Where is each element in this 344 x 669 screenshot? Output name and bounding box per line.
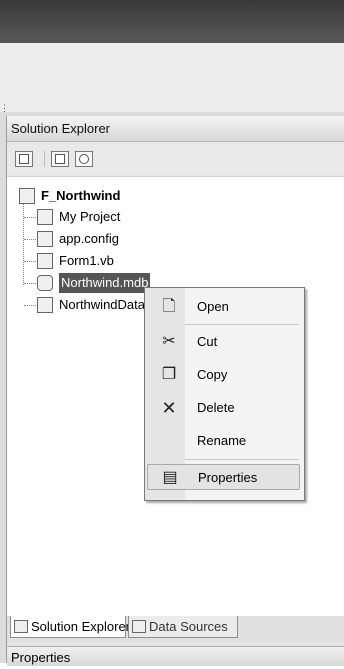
menu-item-label: Open <box>197 299 229 314</box>
my-project-icon <box>37 209 53 225</box>
menu-item-label: Delete <box>197 400 235 415</box>
menu-separator <box>185 324 299 325</box>
menu-item-label: Cut <box>197 334 218 349</box>
tree-branch <box>24 261 36 262</box>
tab-label: Solution Explorer <box>31 619 130 634</box>
tab-solution-explorer[interactable]: Solution Explorer <box>10 616 130 638</box>
data-sources-icon <box>132 620 146 633</box>
toolbar-separator <box>44 151 45 167</box>
tab-data-sources[interactable]: Data Sources <box>128 616 238 638</box>
menu-item-label: Rename <box>197 433 247 448</box>
show-all-files-icon[interactable] <box>51 151 69 167</box>
vb-project-icon <box>19 188 35 204</box>
tree-branch <box>24 305 36 306</box>
tree-guide-line <box>23 199 24 285</box>
copy-icon: ❐ <box>161 366 177 383</box>
database-icon <box>37 275 53 291</box>
menu-item-copy[interactable]: ❐ Copy <box>147 362 300 388</box>
splitter-grip[interactable]: ⋮ <box>0 104 9 113</box>
config-file-icon <box>37 231 53 247</box>
menu-item-delete[interactable]: ✕ Delete <box>147 395 300 421</box>
context-menu: 🗋 Open ✂ Cut ❐ Copy ✕ Delete Rename ▤ Pr… <box>144 287 305 501</box>
scissors-icon: ✂ <box>162 333 176 350</box>
panel-tabs: Solution Explorer Data Sources <box>7 616 344 642</box>
properties-icon[interactable] <box>15 151 33 167</box>
dataset-icon <box>37 297 53 313</box>
solution-explorer-toolbar <box>7 143 344 175</box>
properties-icon: ▤ <box>162 469 178 486</box>
properties-panel-title: Properties <box>7 646 344 666</box>
tree-item-label: Form1.vb <box>59 253 114 268</box>
menu-item-properties[interactable]: ▤ Properties <box>147 464 300 490</box>
tree-branch <box>24 239 36 240</box>
solution-explorer-title: Solution Explorer <box>7 116 344 142</box>
menu-separator <box>185 459 299 460</box>
tree-item-label: app.config <box>59 231 119 246</box>
tree-item-label: My Project <box>59 209 121 224</box>
menu-item-label: Properties <box>198 470 258 485</box>
tree-branch <box>24 283 36 284</box>
tree-root-label: F_Northwind <box>41 188 121 203</box>
menu-item-label: Copy <box>197 367 228 382</box>
title-bar <box>0 0 344 43</box>
tree-branch <box>24 217 36 218</box>
open-document-icon: 🗋 <box>162 298 176 315</box>
tab-label: Data Sources <box>149 619 228 634</box>
menu-item-open[interactable]: 🗋 Open <box>147 294 300 320</box>
refresh-icon[interactable] <box>75 151 93 167</box>
menu-item-rename[interactable]: Rename <box>147 428 300 454</box>
menu-item-cut[interactable]: ✂ Cut <box>147 329 300 355</box>
delete-x-icon: ✕ <box>161 398 177 418</box>
form-icon <box>37 253 53 269</box>
ide-toolbar-area <box>0 43 344 112</box>
tree-item-label: Northwind.mdb <box>59 273 151 293</box>
solution-explorer-icon <box>14 620 28 633</box>
